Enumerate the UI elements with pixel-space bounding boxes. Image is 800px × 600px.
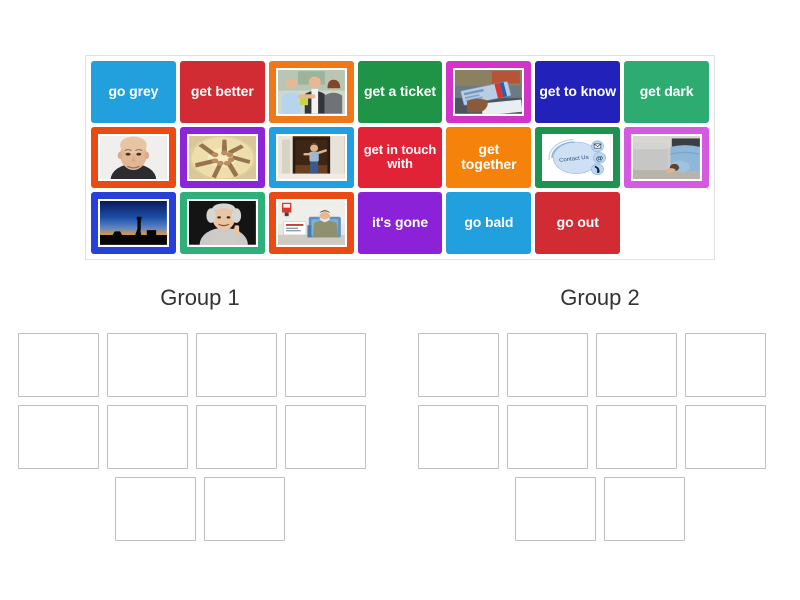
child-at-doorway-photo [275,133,347,182]
handshake-business-people-photo [275,68,347,116]
draggable-tile[interactable]: it's gone [357,192,443,254]
hands-joined-circle-photo [186,133,258,182]
patient-in-hospital-bed-photo [275,199,347,247]
draggable-tile[interactable]: go bald [446,192,532,254]
drop-slot[interactable] [596,405,677,469]
drop-slot[interactable] [418,405,499,469]
tile-tray-grid: go grey get better get a ticket get to k… [91,61,709,254]
draggable-tile[interactable] [446,61,532,123]
draggable-tile[interactable]: go grey [91,61,176,123]
drop-slot[interactable] [18,405,99,469]
drop-slot[interactable] [685,333,766,397]
draggable-tile[interactable]: get dark [624,61,709,123]
group-slot-grid [418,333,782,541]
dusk-sunset-silhouette-photo [98,199,169,247]
draggable-tile[interactable]: get in touch with [357,126,443,189]
tile-label: it's gone [371,214,429,231]
drop-slot[interactable] [507,405,588,469]
tile-slot-empty [624,192,709,254]
svg-text:@: @ [596,155,603,162]
draggable-tile[interactable]: go out [535,192,621,254]
group-slot-row [18,333,382,397]
group-slot-row [418,405,782,469]
grey-haired-woman-portrait-photo [186,199,258,247]
draggable-tile[interactable] [268,126,354,189]
group-slot-row [418,477,782,541]
group-slot-row [18,405,382,469]
drop-slot[interactable] [596,333,677,397]
drop-slot[interactable] [115,477,196,541]
hand-holding-tickets-photo [453,68,525,116]
drop-slot[interactable] [685,405,766,469]
group-column: Group 2 [400,285,800,541]
group-slot-row [18,477,382,541]
draggable-tile[interactable] [179,126,265,189]
drop-slot[interactable] [107,333,188,397]
drop-slot[interactable] [604,477,685,541]
drop-slot[interactable] [196,405,277,469]
draggable-tile[interactable] [268,61,354,123]
tile-label: get in touch with [363,141,437,172]
draggable-tile[interactable] [91,126,176,189]
group-title: Group 2 [560,285,640,310]
draggable-tile[interactable]: get better [179,61,265,123]
group-column: Group 1 [0,285,400,541]
drop-slot[interactable] [107,405,188,469]
group-slot-row [418,333,782,397]
drop-slot[interactable] [18,333,99,397]
group-drop-areas: Group 1 Group 2 [0,285,800,541]
group-slot-grid [18,333,382,541]
draggable-tile[interactable] [624,126,709,189]
tile-label: go grey [108,82,159,99]
draggable-tile[interactable]: Contact Us @ [535,126,621,189]
tile-label: get dark [639,82,694,99]
draggable-tile[interactable]: get together [446,126,532,189]
drop-slot[interactable] [204,477,285,541]
drop-slot[interactable] [196,333,277,397]
draggable-tile[interactable]: get to know [535,61,621,123]
tile-label: get together [461,140,517,173]
tile-label: get to know [539,82,617,99]
draggable-tile[interactable] [179,192,265,254]
draggable-tile[interactable] [268,192,354,254]
drop-slot[interactable] [418,333,499,397]
group-title: Group 1 [160,285,240,310]
tile-label: go out [556,214,599,231]
bald-man-portrait-photo [98,133,169,182]
tile-label: get a ticket [364,82,436,99]
draggable-tile[interactable]: get a ticket [357,61,443,123]
tile-label: go bald [464,214,514,231]
drop-slot[interactable] [515,477,596,541]
person-looking-under-bed-photo [631,133,702,182]
tile-tray: go grey get better get a ticket get to k… [85,55,715,260]
drop-slot[interactable] [285,405,366,469]
group-sort-activity: go grey get better get a ticket get to k… [0,0,800,600]
draggable-tile[interactable] [91,192,176,254]
drop-slot[interactable] [507,333,588,397]
contact-us-graphic: Contact Us @ [542,133,614,182]
drop-slot[interactable] [285,333,366,397]
tile-label: get better [190,82,254,99]
